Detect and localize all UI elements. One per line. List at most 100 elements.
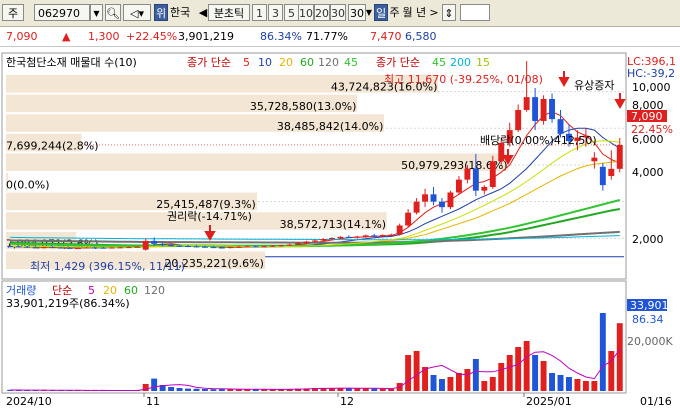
volume-ma-60: 60 [124,284,138,297]
volume-bar [558,375,564,391]
volume-profile-label: 35,728,580(13.0%) [250,100,357,113]
candle-body [405,213,411,226]
volume-bar [194,389,200,391]
ma-legend-10: 10 [258,56,272,69]
volume-bar [507,355,513,391]
candle-body [126,247,132,248]
candle-body [160,244,166,245]
candle-body [371,235,377,236]
chart-area[interactable]: 43,724,823(16.0%)35,728,580(13.0%)38,485… [0,49,680,411]
candle-body [549,99,555,119]
date-label: 2024/10 [6,395,52,408]
volume-bar [532,355,538,391]
day-button[interactable]: 일 [374,4,388,21]
volume-legend-label: 거래량 [6,284,36,297]
chart-toolbar: 주 062970 ▼ 🔍︎ ◁▾ 위 한국 ◀ 분초틱 1 3 5 10 20 … [0,0,680,27]
volume-bar [574,379,580,391]
volume-bar [405,355,411,391]
candle-body [558,119,564,134]
volume-profile-label: 38,572,713(14.1%) [280,218,387,231]
candle-body [270,246,276,247]
price-axis-label: 2,000 [632,233,664,246]
volume-bar [329,388,335,391]
candle-body [100,248,106,249]
name-badge: 위 [154,4,168,21]
year-button[interactable]: 년 [414,4,428,21]
overlap-annotation: 배당락(0.00%)412,50) [480,134,597,147]
date-label: 01/16 [640,395,672,408]
volume-bar [439,379,445,391]
search-icon[interactable]: 🔍︎ [105,4,121,21]
ma-legend-5: 5 [243,56,250,69]
candle-body [346,237,352,238]
volume-axis-rate: 86.34 [632,313,664,326]
volume-ma-5: 5 [88,284,95,297]
count-input[interactable] [460,4,490,21]
candle-body [24,247,30,248]
candle-body [58,247,64,248]
volume-axis-tick: 20,000K [627,335,673,348]
volume-bar [219,389,225,391]
candle-body [134,247,140,248]
stock-code-input[interactable]: 062970 [34,4,90,21]
volume-bar [566,377,572,391]
candle-body [541,99,547,121]
volume-bar [464,369,470,391]
ma-legend-20: 20 [279,56,293,69]
speaker-icon[interactable]: ◁▾ [123,4,151,21]
candle-body [354,236,360,237]
candle-body [431,194,437,201]
volume-bar [549,373,555,391]
prev-period-icon[interactable]: ◀ [198,4,208,21]
volume-bar [371,389,377,391]
candle-body [75,248,81,249]
paid-increase-annotation: 유상증자 [574,79,614,92]
volume-bar [456,373,462,391]
price-change: 1,300 [88,28,120,46]
turnover-ratio: 71.77% [306,28,348,46]
ma-legend-label: 종가 단순 [187,56,231,69]
volume-bar [177,388,183,391]
candle-body [67,248,73,249]
code-dropdown-button[interactable]: ▼ [90,4,103,21]
ma2-legend-label: 종가 단순 [376,56,420,69]
price-axis-label: 10,000 [632,81,671,94]
volume-profile-label: 7,699,244(2.8%) [6,139,99,152]
month-button[interactable]: 월 [401,4,414,21]
volume-bar [354,388,360,391]
spin-icon[interactable]: ⇕ [442,4,456,21]
period-dropdown-icon[interactable]: ▼ [364,4,374,21]
candle-body [168,245,174,246]
period-5-button[interactable]: 5 [284,4,299,21]
candle-body [490,161,496,187]
week-button[interactable]: 주 [388,4,401,21]
period-1-button[interactable]: 1 [252,4,267,21]
volume-bar [202,389,208,391]
period-3-button[interactable]: 3 [268,4,283,21]
period-10-button[interactable]: 10 [298,4,314,21]
ma2-legend-45: 45 [432,56,446,69]
stock-name: 한국 [170,4,200,21]
candle-body [312,241,318,242]
volume-bar [447,377,453,391]
candle-body [117,247,123,248]
next-period-icon[interactable]: > [429,4,439,21]
period-20-button[interactable]: 20 [314,4,330,21]
market-select[interactable]: 주 [2,4,24,21]
candle-body [219,247,225,248]
date-label: 12 [340,395,354,408]
period-type-button[interactable]: 분초틱 [208,4,250,21]
candle-body [473,169,479,191]
high-annotation: 최고 11,670 (-39.25%, 01/08) [384,73,543,86]
candle-body [151,241,157,244]
volume-profile-label: 38,485,842(14.0%) [277,120,384,133]
volume-bar [168,387,174,391]
period-30-button[interactable]: 30 [330,4,346,21]
candle-body [600,167,606,185]
stock-chart[interactable]: 43,724,823(16.0%)35,728,580(13.0%)38,485… [0,49,680,411]
volume-ratio: 86.34% [260,28,302,46]
volume-bar [591,381,597,391]
candle-body [16,246,22,247]
candle-body [7,246,13,247]
volume-bar [617,323,623,391]
